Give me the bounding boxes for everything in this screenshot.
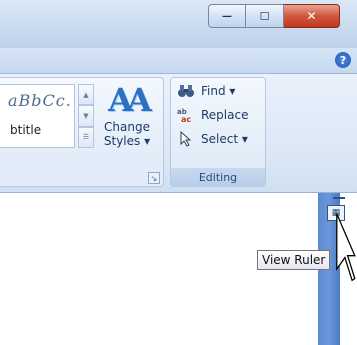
quick-styles-gallery[interactable]: aBbCc. btitle xyxy=(0,84,75,148)
styles-group: aBbCc. btitle ▲ ▼ ☰ AA Change Styles ▾ ↘ xyxy=(0,77,164,187)
find-label: Find ▾ xyxy=(201,84,236,98)
title-bar: — ☐ ✕ xyxy=(0,0,357,49)
change-styles-label-line1: Change xyxy=(104,120,150,134)
close-button[interactable]: ✕ xyxy=(284,4,340,28)
replace-button[interactable]: ab ac Replace xyxy=(177,106,248,124)
replace-icon: ab ac xyxy=(177,107,195,123)
select-label: Select ▾ xyxy=(201,132,248,146)
ruler-split-handle[interactable] xyxy=(333,197,345,199)
select-arrow-icon xyxy=(177,131,195,147)
window-controls: — ☐ ✕ xyxy=(208,4,348,30)
binoculars-icon xyxy=(177,83,195,99)
tooltip: View Ruler xyxy=(257,250,331,270)
editing-group: Find ▾ ab ac Replace Select ▾ Editing xyxy=(170,77,266,187)
gallery-style-sample: aBbCc. xyxy=(8,91,72,110)
maximize-button[interactable]: ☐ xyxy=(246,4,284,28)
select-button[interactable]: Select ▾ xyxy=(177,130,248,148)
change-styles-label-line2: Styles ▾ xyxy=(103,134,151,148)
change-styles-button[interactable]: AA Change Styles ▾ xyxy=(97,82,157,162)
change-styles-icon: AA xyxy=(108,81,152,119)
mouse-pointer-icon xyxy=(336,213,356,282)
svg-text:ac: ac xyxy=(181,115,191,123)
replace-label: Replace xyxy=(201,108,249,122)
ribbon-tab-strip: ? xyxy=(0,48,357,74)
change-styles-label: Change Styles ▾ xyxy=(104,120,150,148)
minimize-icon: — xyxy=(222,10,232,22)
gallery-scroll-controls: ▲ ▼ ☰ xyxy=(78,84,94,148)
gallery-scroll-up-button[interactable]: ▲ xyxy=(78,84,94,106)
ribbon: aBbCc. btitle ▲ ▼ ☰ AA Change Styles ▾ ↘ xyxy=(0,74,357,193)
gallery-more-button[interactable]: ☰ xyxy=(78,126,94,148)
styles-dialog-launcher[interactable]: ↘ xyxy=(148,172,160,184)
maximize-icon: ☐ xyxy=(259,9,270,23)
help-icon[interactable]: ? xyxy=(335,52,351,68)
editing-group-label: Editing xyxy=(171,168,265,186)
minimize-button[interactable]: — xyxy=(208,4,246,28)
close-icon: ✕ xyxy=(306,9,317,23)
gallery-style-subtitle[interactable]: btitle xyxy=(10,123,41,137)
gallery-scroll-down-button[interactable]: ▼ xyxy=(78,105,94,127)
find-button[interactable]: Find ▾ xyxy=(177,82,235,100)
